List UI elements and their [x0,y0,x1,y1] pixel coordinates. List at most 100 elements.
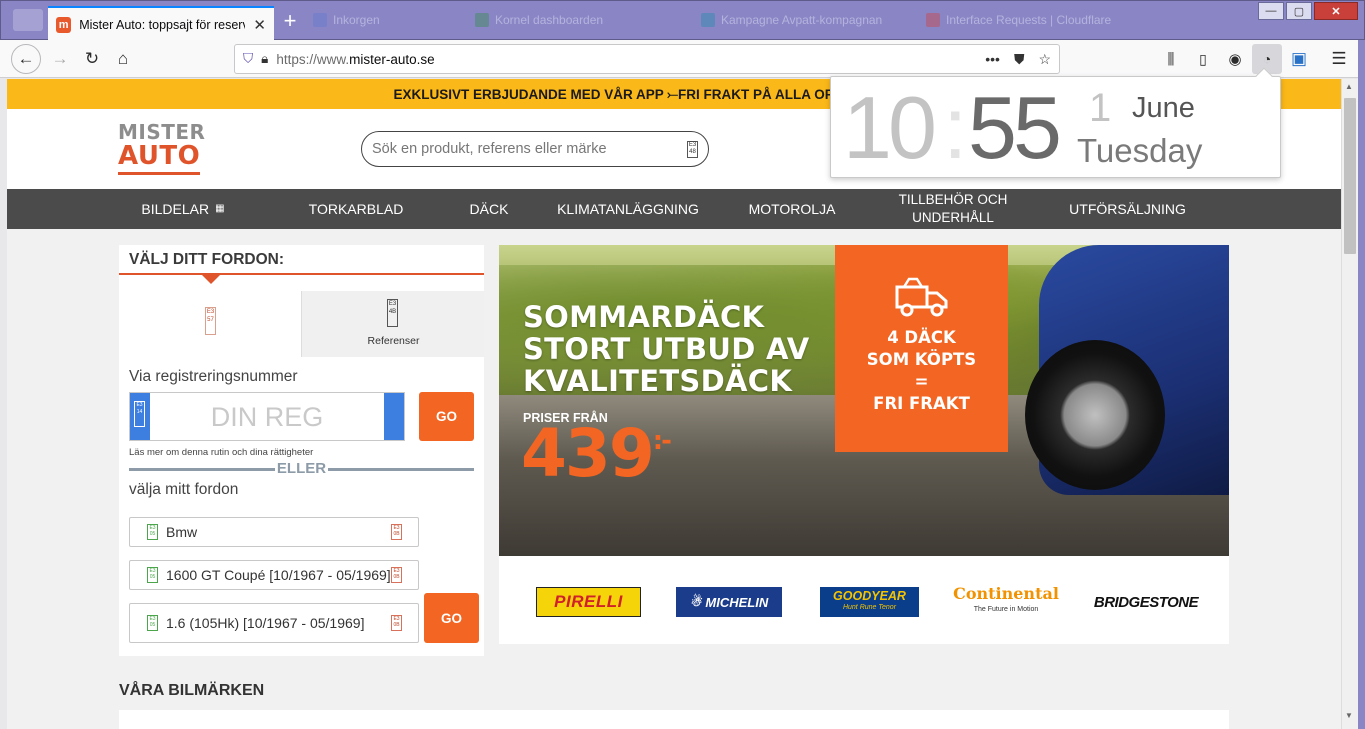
sidebar-icon[interactable]: ▯ [1188,44,1218,74]
scroll-down-icon[interactable]: ▼ [1345,711,1353,720]
favicon-icon [926,13,940,27]
page-actions-icon[interactable]: ••• [985,51,1000,68]
lock-icon[interactable]: 🔒︎ [261,51,268,67]
nav-item-motorolja[interactable]: MOTOROLJA [737,189,847,229]
tab-close-icon[interactable]: ✕ [253,16,266,34]
vehicle-selector: VÄLJ DITT FORDON: E3 57 E3 4B Referenser V… [119,245,484,656]
goodyear-tagline: Hunt Rune Tenor [842,604,897,611]
tab-registration[interactable]: E3 57 [119,291,301,357]
search-input[interactable]: Sök en produkt, referens eller märke E3 4… [361,131,709,167]
michelin-label: MICHELIN [705,594,769,610]
pocket-icon[interactable]: ⛊ [1014,51,1025,68]
divider-left [129,468,275,471]
home-button[interactable]: ⌂ [108,44,138,74]
hamburger-menu-icon[interactable]: ☰ [1324,44,1354,74]
url-bar[interactable]: ⛉ 🔒︎ https://www.mister-auto.se ••• ⛊ ☆ [234,44,1060,74]
nav-item-tillbehor[interactable]: TILLBEHÖR OCH UNDERHÅLL [886,189,1020,229]
license-plate-icon: E3 57 [205,307,216,335]
nav-label: BILDELAR [141,201,210,217]
tab-background[interactable]: Interface Requests | Cloudflare [926,7,1111,33]
maximize-button[interactable]: ▢ [1286,2,1312,20]
tab-title: Inkorgen [333,13,380,27]
bridgestone-logo[interactable]: BRIDGESTONE [1093,587,1199,617]
grid-icon: ▦ [215,203,225,214]
price: 439:- [521,421,672,487]
clock-extension-icon[interactable]: ◔ [1252,44,1282,74]
banner-headline: SOMMARDÄCK STORT UTBUD AV KVALITETSDÄCK [523,301,810,397]
close-window-button[interactable]: ✕ [1314,2,1358,20]
library-icon[interactable]: ⫼ [1156,44,1186,74]
shield-icon[interactable]: ⛉ [243,51,253,67]
nav-item-bildelar[interactable]: BILDELAR ▦ [128,189,238,229]
headline-line: KVALITETSDÄCK [523,364,793,398]
forward-button[interactable]: → [45,44,75,74]
window-controls: — ▢ ✕ [1258,2,1358,20]
tab-references[interactable]: E3 4B Referenser [301,291,484,357]
search-placeholder: Sök en produkt, referens eller märke [372,141,607,157]
clock-minute: 55 [968,78,1062,177]
tab-title: Kampagne Avpatt-kompagnan [721,13,883,27]
tab-strip: m Mister Auto: toppsajt för reservdelar … [0,0,1365,41]
clock-day: 1 [1089,86,1112,130]
michelin-man-icon: ☃ [689,594,702,609]
vehicle-panel-title: VÄLJ DITT FORDON: [129,251,284,268]
tab-references-label: Referenser [367,335,420,347]
plate-right-strip [384,393,404,440]
check-icon: E3 05 [147,567,158,583]
goodyear-label: GOODYEAR [833,589,906,603]
favicon-icon [475,13,489,27]
nav-item-klimat[interactable]: KLIMATANLÄGGNING [549,189,707,229]
minimize-button[interactable]: — [1258,2,1284,20]
summer-tires-banner[interactable]: SOMMARDÄCK STORT UTBUD AV KVALITETSDÄCK … [499,245,1229,556]
reload-button[interactable]: ↻ [77,44,107,74]
reference-icon: E3 4B [387,299,398,327]
car-brands-heading: VÅRA BILMÄRKEN [119,682,265,699]
nav-label: TORKARBLAD [308,201,404,217]
window-menu-button[interactable] [13,9,43,31]
nav-item-dack[interactable]: DÄCK [459,189,519,229]
pirelli-logo[interactable]: PIRELLI [536,587,641,617]
go-button-vehicle[interactable]: GO [424,593,479,643]
reg-plate-input[interactable]: E3 14 DIN REG [129,392,405,441]
model-select-value: 1600 GT Coupé [10/1967 - 05/1969] [166,567,391,583]
back-button[interactable]: ← [11,44,41,74]
brand-select[interactable]: E3 05 Bmw E3 0B [129,517,419,547]
divider-right [328,468,474,471]
headline-line: STORT UTBUD AV [523,332,810,366]
michelin-logo[interactable]: ☃ MICHELIN [676,587,782,617]
favicon-icon [701,13,715,27]
account-icon[interactable]: ◉ [1220,44,1250,74]
promo-line: FRI FRAKT [873,394,970,413]
search-icon[interactable]: E3 48 [687,140,698,158]
continental-logo[interactable]: Continental The Future in Motion [953,586,1059,617]
go-button-reg[interactable]: GO [419,392,474,441]
nav-label: UTFÖRSÄLJNING [1069,201,1186,217]
promo-line: = [914,372,929,391]
tire-brands-strip: PIRELLI ☃ MICHELIN GOODYEAR Hunt Rune Teno… [499,556,1229,644]
reg-placeholder: DIN REG [210,402,324,432]
url-protocol: https://www. [276,51,350,67]
nav-item-torkarblad[interactable]: TORKARBLAD [296,189,416,229]
tab-background[interactable]: Kornel dashboarden [475,7,603,33]
goodyear-logo[interactable]: GOODYEAR Hunt Rune Tenor [820,587,919,617]
tab-background[interactable]: Kampagne Avpatt-kompagnan [701,7,882,33]
extension-s-icon[interactable]: ▣ [1284,44,1314,74]
logo-line-2: AUTO [118,141,201,171]
mister-auto-logo[interactable]: MISTER AUTO [118,122,205,175]
scrollbar-thumb[interactable] [1344,98,1356,254]
new-tab-button[interactable]: + [279,10,301,33]
star-icon[interactable]: ☆ [1038,51,1051,68]
page-scrollbar[interactable]: ▲ ▼ [1341,79,1358,729]
legal-link[interactable]: Läs mer om denna rutin och dina rättighe… [129,447,313,458]
dropdown-icon: E3 0B [391,567,402,583]
scroll-up-icon[interactable]: ▲ [1345,82,1353,91]
nav-item-utforsaljning[interactable]: UTFÖRSÄLJNING [1060,189,1195,229]
tab-active[interactable]: m Mister Auto: toppsajt för reservdelar … [48,6,274,41]
url-host: mister-auto.se [349,51,435,67]
free-shipping-box: 4 DÄCK SOM KÖPTS = FRI FRAKT [835,245,1008,452]
model-select[interactable]: E3 05 1600 GT Coupé [10/1967 - 05/1969] E… [129,560,419,590]
logo-underline [118,172,200,175]
engine-select[interactable]: E3 05 1.6 (105Hk) [10/1967 - 05/1969] E3 0… [129,603,419,643]
tab-background[interactable]: Inkorgen [313,7,380,33]
tab-title: Kornel dashboarden [495,13,604,27]
